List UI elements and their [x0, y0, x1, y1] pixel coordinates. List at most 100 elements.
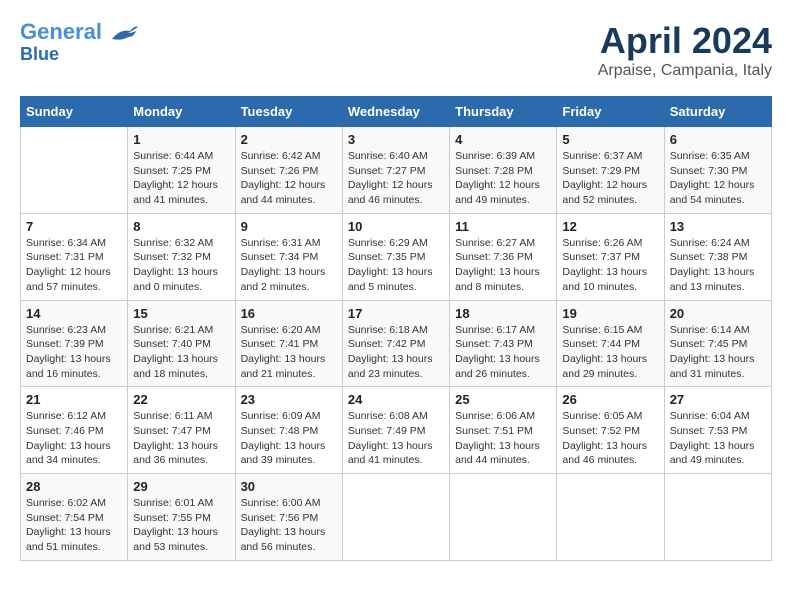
calendar-cell: 29 Sunrise: 6:01 AMSunset: 7:55 PMDayligh… — [128, 474, 235, 561]
calendar-cell: 12 Sunrise: 6:26 AMSunset: 7:37 PMDayligh… — [557, 213, 664, 300]
calendar-header-row: SundayMondayTuesdayWednesdayThursdayFrid… — [21, 97, 772, 127]
title-block: April 2024 Arpaise, Campania, Italy — [598, 20, 772, 80]
col-header-tuesday: Tuesday — [235, 97, 342, 127]
day-info: Sunrise: 6:17 AMSunset: 7:43 PMDaylight:… — [455, 323, 551, 382]
day-number: 17 — [348, 306, 444, 321]
calendar-cell: 27 Sunrise: 6:04 AMSunset: 7:53 PMDayligh… — [664, 387, 771, 474]
calendar-cell: 16Sunrise: 6:20 AMSunset: 7:41 PMDayligh… — [235, 300, 342, 387]
calendar-cell: 1 Sunrise: 6:44 AMSunset: 7:25 PMDaylight… — [128, 127, 235, 214]
day-info: Sunrise: 6:08 AMSunset: 7:49 PMDaylight:… — [348, 409, 444, 468]
col-header-monday: Monday — [128, 97, 235, 127]
col-header-wednesday: Wednesday — [342, 97, 449, 127]
week-row-1: 1 Sunrise: 6:44 AMSunset: 7:25 PMDaylight… — [21, 127, 772, 214]
calendar-cell: 10 Sunrise: 6:29 AMSunset: 7:35 PMDayligh… — [342, 213, 449, 300]
day-info: Sunrise: 6:14 AMSunset: 7:45 PMDaylight:… — [670, 323, 766, 382]
col-header-saturday: Saturday — [664, 97, 771, 127]
calendar-cell: 23 Sunrise: 6:09 AMSunset: 7:48 PMDayligh… — [235, 387, 342, 474]
day-number: 21 — [26, 392, 122, 407]
day-info: Sunrise: 6:01 AMSunset: 7:55 PMDaylight:… — [133, 496, 229, 555]
day-number: 16 — [241, 306, 337, 321]
day-number: 20 — [670, 306, 766, 321]
day-info: Sunrise: 6:35 AMSunset: 7:30 PMDaylight:… — [670, 149, 766, 208]
day-number: 3 — [348, 132, 444, 147]
day-number: 18 — [455, 306, 551, 321]
calendar-cell: 24 Sunrise: 6:08 AMSunset: 7:49 PMDayligh… — [342, 387, 449, 474]
page-subtitle: Arpaise, Campania, Italy — [598, 62, 772, 80]
day-number: 9 — [241, 219, 337, 234]
day-number: 24 — [348, 392, 444, 407]
day-info: Sunrise: 6:27 AMSunset: 7:36 PMDaylight:… — [455, 236, 551, 295]
day-number: 12 — [562, 219, 658, 234]
day-info: Sunrise: 6:34 AMSunset: 7:31 PMDaylight:… — [26, 236, 122, 295]
day-number: 19 — [562, 306, 658, 321]
day-number: 15 — [133, 306, 229, 321]
day-number: 6 — [670, 132, 766, 147]
day-number: 28 — [26, 479, 122, 494]
day-info: Sunrise: 6:31 AMSunset: 7:34 PMDaylight:… — [241, 236, 337, 295]
day-info: Sunrise: 6:23 AMSunset: 7:39 PMDaylight:… — [26, 323, 122, 382]
page-title: April 2024 — [598, 20, 772, 62]
calendar-cell — [664, 474, 771, 561]
day-info: Sunrise: 6:29 AMSunset: 7:35 PMDaylight:… — [348, 236, 444, 295]
day-info: Sunrise: 6:39 AMSunset: 7:28 PMDaylight:… — [455, 149, 551, 208]
day-number: 22 — [133, 392, 229, 407]
calendar-cell: 7 Sunrise: 6:34 AMSunset: 7:31 PMDaylight… — [21, 213, 128, 300]
day-number: 1 — [133, 132, 229, 147]
calendar-cell — [21, 127, 128, 214]
day-number: 30 — [241, 479, 337, 494]
day-info: Sunrise: 6:21 AMSunset: 7:40 PMDaylight:… — [133, 323, 229, 382]
logo-text: General — [20, 20, 140, 45]
calendar-cell: 13Sunrise: 6:24 AMSunset: 7:38 PMDayligh… — [664, 213, 771, 300]
calendar-cell: 9 Sunrise: 6:31 AMSunset: 7:34 PMDaylight… — [235, 213, 342, 300]
day-number: 5 — [562, 132, 658, 147]
calendar-table: SundayMondayTuesdayWednesdayThursdayFrid… — [20, 96, 772, 561]
day-info: Sunrise: 6:09 AMSunset: 7:48 PMDaylight:… — [241, 409, 337, 468]
week-row-4: 21Sunrise: 6:12 AMSunset: 7:46 PMDayligh… — [21, 387, 772, 474]
day-info: Sunrise: 6:42 AMSunset: 7:26 PMDaylight:… — [241, 149, 337, 208]
col-header-sunday: Sunday — [21, 97, 128, 127]
calendar-cell: 11Sunrise: 6:27 AMSunset: 7:36 PMDayligh… — [450, 213, 557, 300]
day-info: Sunrise: 6:06 AMSunset: 7:51 PMDaylight:… — [455, 409, 551, 468]
calendar-cell: 6 Sunrise: 6:35 AMSunset: 7:30 PMDaylight… — [664, 127, 771, 214]
week-row-3: 14 Sunrise: 6:23 AMSunset: 7:39 PMDayligh… — [21, 300, 772, 387]
calendar-cell: 14 Sunrise: 6:23 AMSunset: 7:39 PMDayligh… — [21, 300, 128, 387]
day-info: Sunrise: 6:18 AMSunset: 7:42 PMDaylight:… — [348, 323, 444, 382]
day-info: Sunrise: 6:15 AMSunset: 7:44 PMDaylight:… — [562, 323, 658, 382]
day-info: Sunrise: 6:04 AMSunset: 7:53 PMDaylight:… — [670, 409, 766, 468]
calendar-cell — [450, 474, 557, 561]
day-number: 14 — [26, 306, 122, 321]
day-info: Sunrise: 6:11 AMSunset: 7:47 PMDaylight:… — [133, 409, 229, 468]
day-number: 23 — [241, 392, 337, 407]
calendar-cell: 2 Sunrise: 6:42 AMSunset: 7:26 PMDaylight… — [235, 127, 342, 214]
day-number: 27 — [670, 392, 766, 407]
day-number: 8 — [133, 219, 229, 234]
day-info: Sunrise: 6:00 AMSunset: 7:56 PMDaylight:… — [241, 496, 337, 555]
calendar-cell: 22 Sunrise: 6:11 AMSunset: 7:47 PMDayligh… — [128, 387, 235, 474]
calendar-cell: 18 Sunrise: 6:17 AMSunset: 7:43 PMDayligh… — [450, 300, 557, 387]
day-number: 29 — [133, 479, 229, 494]
week-row-5: 28 Sunrise: 6:02 AMSunset: 7:54 PMDayligh… — [21, 474, 772, 561]
calendar-cell — [557, 474, 664, 561]
day-number: 4 — [455, 132, 551, 147]
day-number: 10 — [348, 219, 444, 234]
day-info: Sunrise: 6:05 AMSunset: 7:52 PMDaylight:… — [562, 409, 658, 468]
calendar-cell: 5 Sunrise: 6:37 AMSunset: 7:29 PMDaylight… — [557, 127, 664, 214]
day-info: Sunrise: 6:02 AMSunset: 7:54 PMDaylight:… — [26, 496, 122, 555]
page-header: General Blue April 2024 Arpaise, Campani… — [20, 20, 772, 80]
col-header-friday: Friday — [557, 97, 664, 127]
logo: General Blue — [20, 20, 140, 65]
day-number: 7 — [26, 219, 122, 234]
calendar-cell: 3 Sunrise: 6:40 AMSunset: 7:27 PMDaylight… — [342, 127, 449, 214]
calendar-cell: 20 Sunrise: 6:14 AMSunset: 7:45 PMDayligh… — [664, 300, 771, 387]
calendar-cell: 8 Sunrise: 6:32 AMSunset: 7:32 PMDaylight… — [128, 213, 235, 300]
day-info: Sunrise: 6:40 AMSunset: 7:27 PMDaylight:… — [348, 149, 444, 208]
calendar-cell: 25Sunrise: 6:06 AMSunset: 7:51 PMDayligh… — [450, 387, 557, 474]
day-info: Sunrise: 6:24 AMSunset: 7:38 PMDaylight:… — [670, 236, 766, 295]
calendar-cell: 19 Sunrise: 6:15 AMSunset: 7:44 PMDayligh… — [557, 300, 664, 387]
day-info: Sunrise: 6:37 AMSunset: 7:29 PMDaylight:… — [562, 149, 658, 208]
day-info: Sunrise: 6:44 AMSunset: 7:25 PMDaylight:… — [133, 149, 229, 208]
day-info: Sunrise: 6:26 AMSunset: 7:37 PMDaylight:… — [562, 236, 658, 295]
day-info: Sunrise: 6:32 AMSunset: 7:32 PMDaylight:… — [133, 236, 229, 295]
calendar-cell — [342, 474, 449, 561]
day-number: 2 — [241, 132, 337, 147]
